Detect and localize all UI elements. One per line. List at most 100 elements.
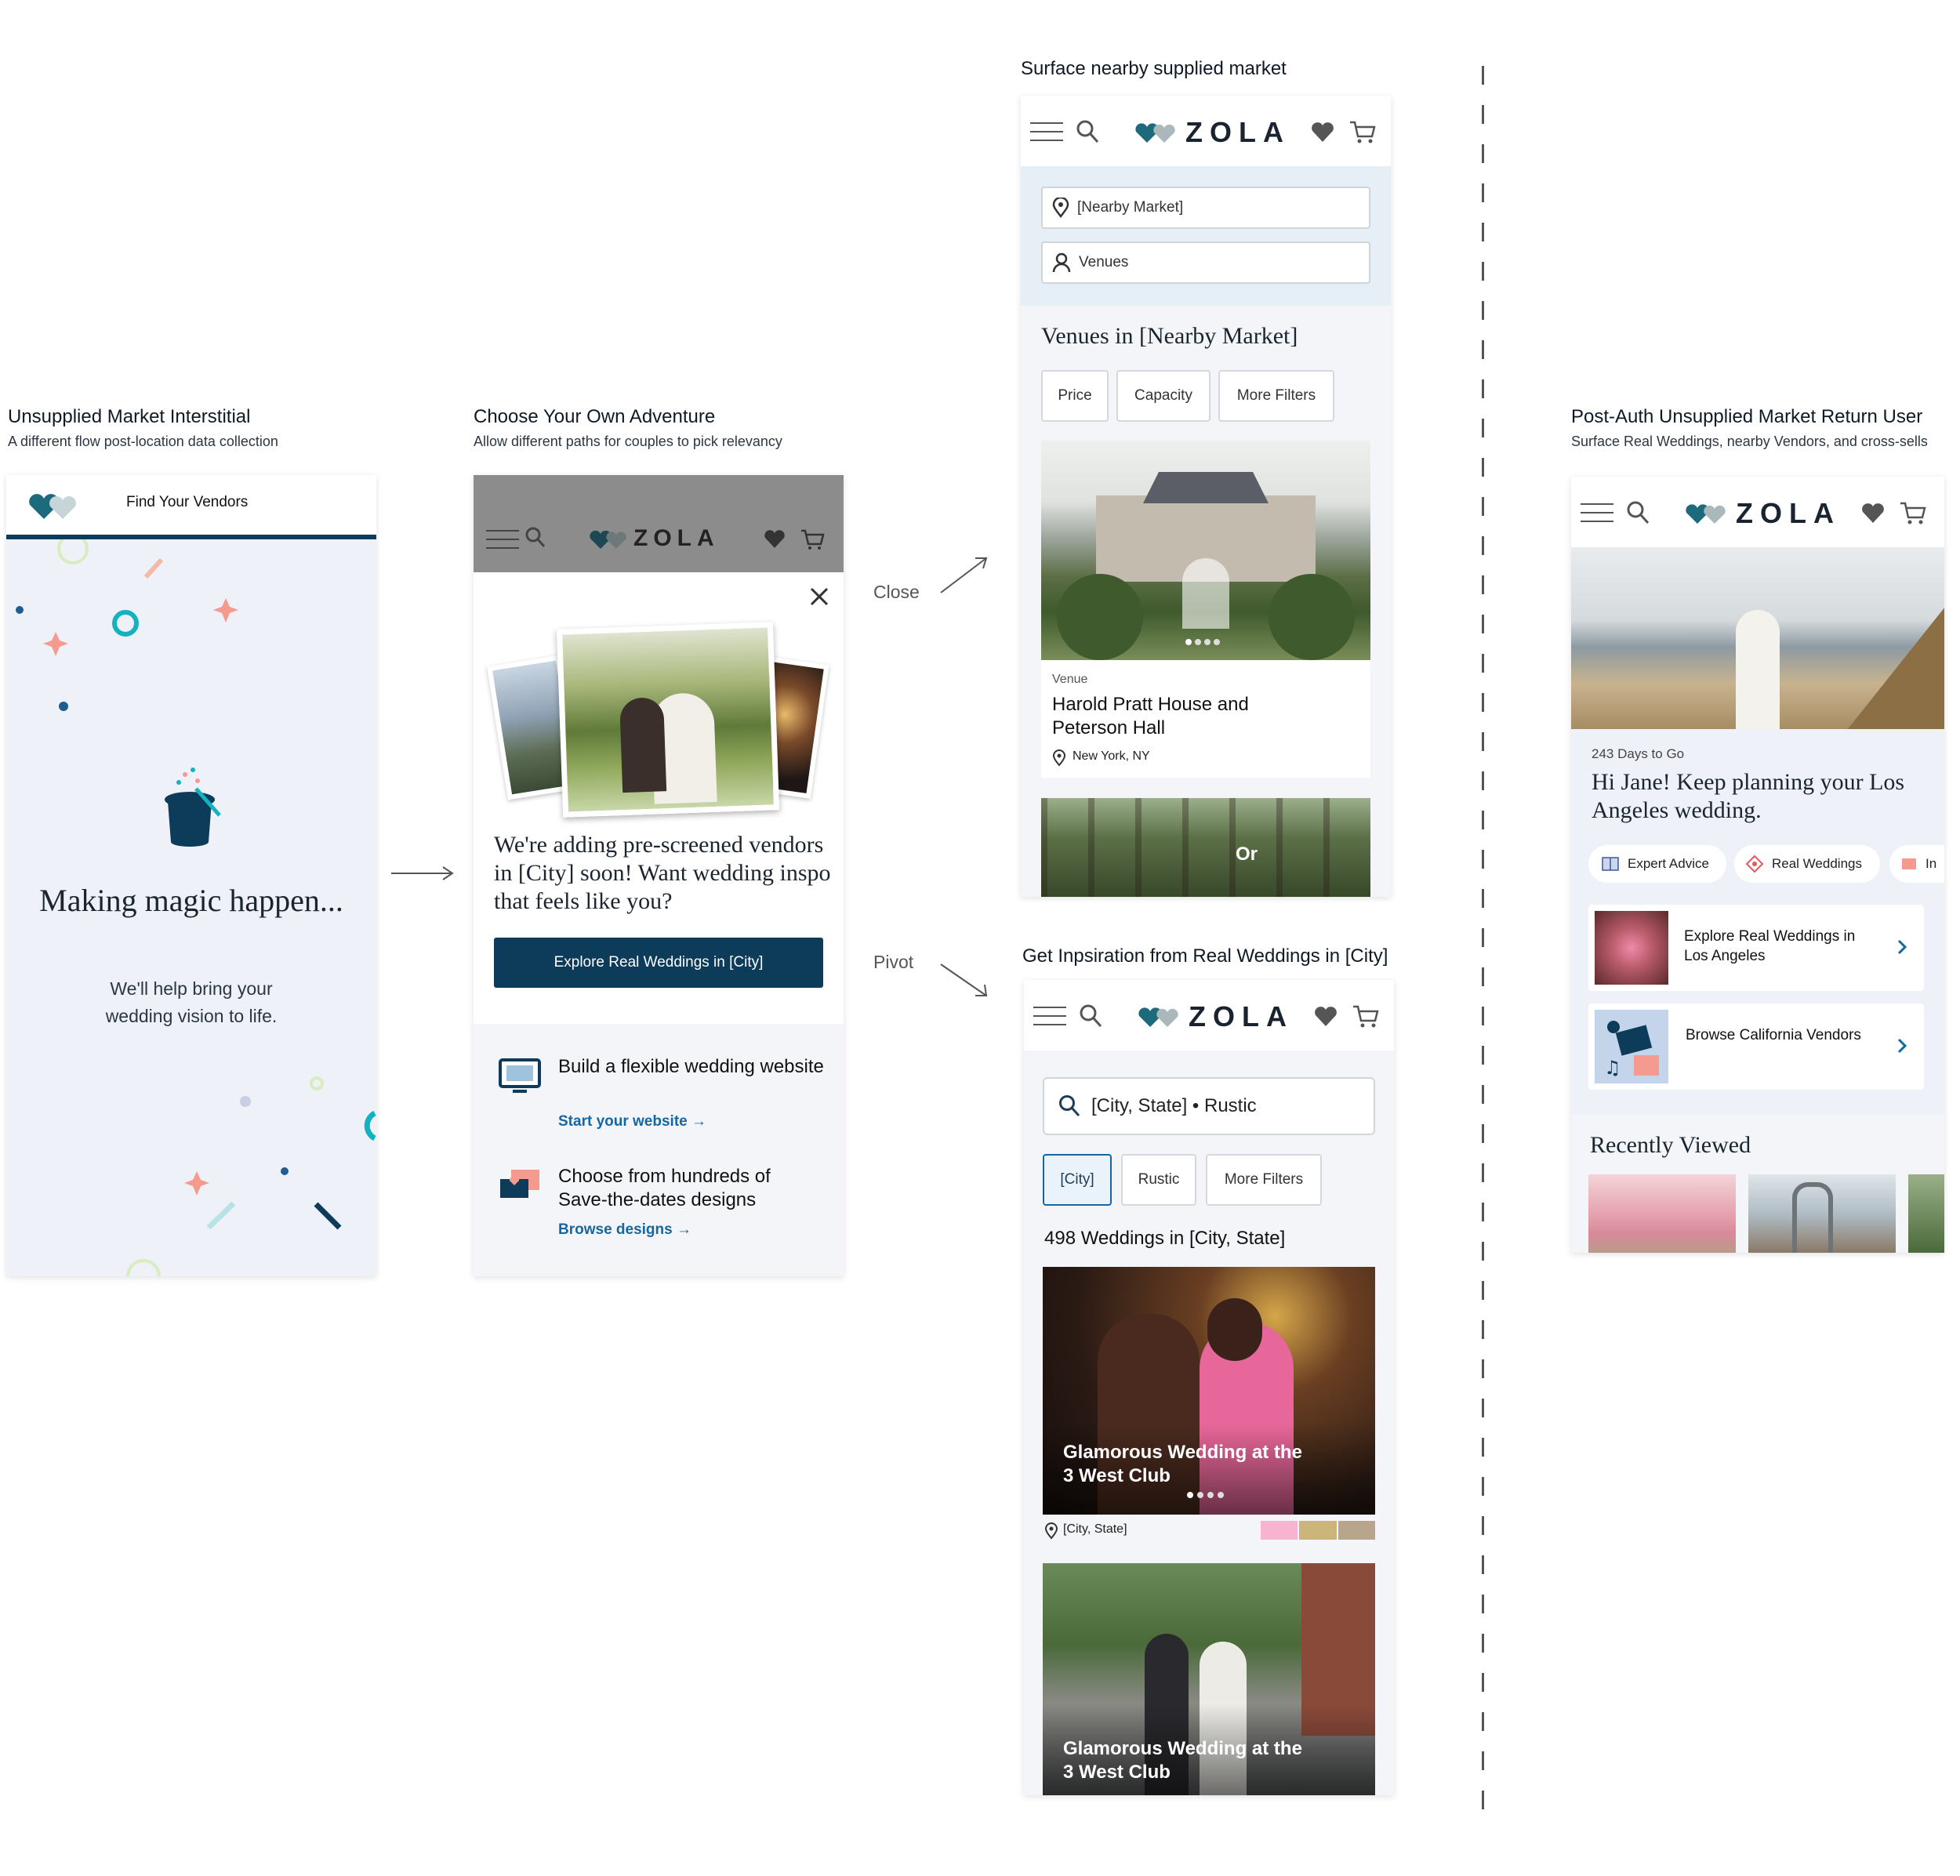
wedding-card-1[interactable]: Glamorous Wedding at the 3 West Club (1043, 1267, 1375, 1515)
cart-icon[interactable] (1899, 500, 1927, 525)
divider-dash (1482, 66, 1484, 85)
section-title-real-weddings: Get Inpsiration from Real Weddings in [C… (1022, 945, 1388, 967)
search-icon[interactable] (525, 527, 546, 549)
start-website-link[interactable]: Start your website → (558, 1113, 706, 1130)
find-your-vendors-title: Find Your Vendors (126, 494, 249, 510)
divider-dash (1482, 183, 1484, 202)
zola-logo[interactable]: ZOLA (1736, 497, 1841, 530)
recently-viewed-item[interactable] (1908, 1174, 1944, 1253)
filter-capacity[interactable]: Capacity (1116, 370, 1210, 422)
chevron-right-icon (1897, 1038, 1907, 1054)
hero-photo (1571, 547, 1944, 729)
filter-rustic[interactable]: Rustic (1121, 1154, 1196, 1206)
venue-photo (1041, 441, 1370, 660)
location-pin-icon (1052, 198, 1069, 218)
divider-dash (1482, 1046, 1484, 1065)
interstitial-headline: Making magic happen... (39, 883, 343, 918)
cart-icon[interactable] (1348, 119, 1377, 144)
magic-hat-icon (165, 767, 221, 847)
wedding-search-input[interactable]: [City, State] • Rustic (1043, 1077, 1375, 1135)
recently-viewed-item[interactable] (1748, 1174, 1896, 1253)
zola-logo[interactable]: ZOLA (1185, 116, 1290, 149)
browse-designs-link[interactable]: Browse designs → (558, 1221, 691, 1239)
carousel-dots[interactable] (1187, 1488, 1224, 1502)
book-icon (1602, 857, 1619, 871)
divider-dash (1482, 575, 1484, 594)
divider-dash (1482, 1203, 1484, 1221)
section-subtitle-return-user: Surface Real Weddings, nearby Vendors, a… (1571, 434, 1928, 449)
zola-hearts-icon (590, 530, 626, 549)
divider-dash (1482, 1320, 1484, 1339)
section-subtitle-interstitial: A different flow post-location data coll… (8, 434, 278, 449)
location-value: [Nearby Market] (1077, 199, 1184, 216)
cart-icon[interactable] (800, 528, 825, 550)
explore-real-weddings-button[interactable]: Explore Real Weddings in [City] (494, 938, 823, 988)
divider-dash (1482, 811, 1484, 829)
pill-real-weddings-label: Real Weddings (1772, 856, 1862, 871)
menu-icon[interactable] (1033, 1007, 1066, 1027)
search-icon[interactable] (1079, 1003, 1102, 1029)
menu-icon[interactable] (486, 530, 519, 550)
recently-viewed-heading: Recently Viewed (1590, 1132, 1751, 1158)
divider-dash (1482, 419, 1484, 437)
divider-dash (1482, 497, 1484, 516)
screen-adventure: ZOLA We're adding pre-screened vendors i… (474, 475, 844, 1276)
browse-california-vendors-card[interactable]: ♫ Browse California Vendors (1588, 1003, 1924, 1090)
divider-dash (1482, 458, 1484, 477)
heart-icon[interactable] (764, 530, 786, 549)
or-divider-label: Or (1236, 844, 1258, 865)
screen-return-user: ZOLA 243 Days to Go Hi Jane! Keep planni… (1571, 477, 1944, 1253)
chevron-right-icon (1897, 939, 1907, 955)
pill-more[interactable]: In (1889, 845, 1944, 883)
divider-dash (1482, 144, 1484, 163)
greeting-panel: 243 Days to Go Hi Jane! Keep planning yo… (1571, 729, 1944, 1115)
menu-icon[interactable] (1030, 122, 1063, 143)
interstitial-header: Find Your Vendors (6, 475, 376, 539)
carousel-dots[interactable] (1185, 635, 1226, 645)
divider-dash (1482, 732, 1484, 751)
divider-dash (1482, 1634, 1484, 1653)
cart-icon[interactable] (1352, 1003, 1380, 1029)
close-icon[interactable] (809, 586, 829, 607)
heart-icon[interactable] (1311, 122, 1334, 143)
divider-dash (1482, 1124, 1484, 1143)
pill-expert-advice[interactable]: Expert Advice (1588, 845, 1726, 883)
divider-dash (1482, 1555, 1484, 1574)
pill-expert-advice-label: Expert Advice (1628, 856, 1709, 871)
filter-city-selected[interactable]: [City] (1043, 1154, 1112, 1206)
divider-dash (1482, 967, 1484, 986)
divider-dash (1482, 693, 1484, 712)
couple-photo (556, 622, 780, 818)
search-panel: [Nearby Market] Venues (1021, 166, 1391, 306)
location-input[interactable]: [Nearby Market] (1041, 187, 1370, 229)
search-icon[interactable] (1626, 500, 1650, 525)
divider-dash (1482, 771, 1484, 790)
divider-dash (1482, 850, 1484, 869)
filter-price[interactable]: Price (1041, 370, 1109, 422)
section-title-interstitial: Unsupplied Market Interstitial (8, 406, 251, 427)
pivot-arrow-icon (940, 963, 988, 996)
venues-heading: Venues in [Nearby Market] (1041, 323, 1298, 349)
zola-logo[interactable]: ZOLA (1189, 1000, 1294, 1033)
recently-viewed-item[interactable] (1588, 1174, 1736, 1253)
search-icon (1059, 1095, 1080, 1117)
filter-more[interactable]: More Filters (1218, 370, 1334, 422)
countdown-text: 243 Days to Go (1592, 746, 1685, 761)
filter-more[interactable]: More Filters (1206, 1154, 1322, 1206)
heart-icon[interactable] (1314, 1007, 1338, 1027)
divider-dash (1482, 1163, 1484, 1182)
explore-real-weddings-card[interactable]: Explore Real Weddings in Los Angeles (1588, 905, 1924, 991)
greeting-headline: Hi Jane! Keep planning your Los Angeles … (1592, 769, 1905, 823)
wedding-card-2[interactable]: Glamorous Wedding at the 3 West Club (1043, 1563, 1375, 1795)
venue-card[interactable]: Venue Harold Pratt House and Peterson Ha… (1041, 441, 1370, 778)
heart-icon[interactable] (1861, 503, 1885, 524)
zola-hearts-icon (1135, 123, 1175, 143)
menu-icon[interactable] (1581, 503, 1613, 524)
section-title-adventure: Choose Your Own Adventure (474, 406, 716, 427)
search-icon[interactable] (1076, 119, 1099, 144)
vendors-thumb: ♫ (1595, 1010, 1668, 1083)
zola-logo[interactable]: ZOLA (633, 525, 720, 552)
pill-real-weddings[interactable]: Real Weddings (1734, 845, 1880, 883)
category-input[interactable]: Venues (1041, 241, 1370, 284)
website-item-title: Build a flexible wedding website (558, 1056, 824, 1077)
